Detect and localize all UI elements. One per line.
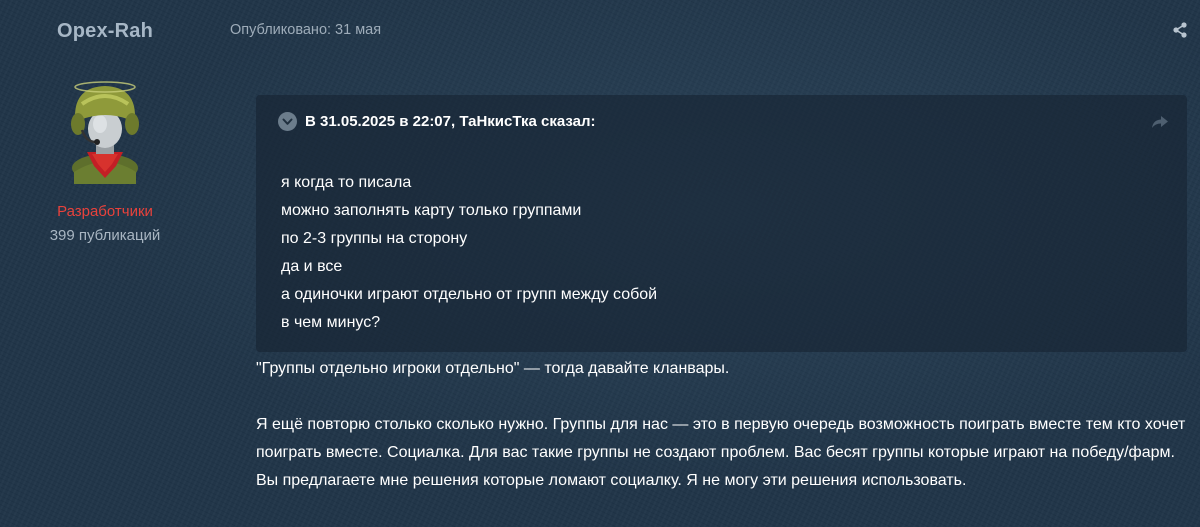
post-date[interactable]: Опубликовано: 31 мая (230, 22, 381, 38)
tank-helmet-avatar-icon (71, 81, 139, 184)
author-name[interactable]: Opex-Rah (0, 20, 210, 43)
share-icon[interactable] (1172, 22, 1188, 38)
quote-line: я когда то писала (281, 174, 412, 191)
quote-line: можно заполнять карту только группами (281, 202, 582, 219)
quote-text: я когда то писала можно заполнять карту … (281, 169, 657, 337)
quote-citation[interactable]: В 31.05.2025 в 22:07, ТаНкисТка сказал: (305, 113, 595, 130)
quote-block: В 31.05.2025 в 22:07, ТаНкисТка сказал: … (256, 95, 1187, 352)
reply-arrow-icon[interactable] (1151, 115, 1169, 129)
author-group: Разработчики (57, 203, 153, 220)
post-content: "Группы отдельно игроки отдельно" — тогд… (256, 355, 1186, 495)
quote-line: а одиночки играют отдельно от групп межд… (281, 286, 658, 303)
post-paragraph: Я ещё повторю столько сколько нужно. Гру… (256, 416, 1186, 489)
quote-line: в чем минус? (281, 314, 381, 331)
post-paragraph: "Группы отдельно игроки отдельно" — тогд… (256, 360, 730, 377)
quote-line: по 2-3 группы на сторону (281, 230, 468, 247)
quote-header: В 31.05.2025 в 22:07, ТаНкисТка сказал: (278, 112, 595, 131)
chevron-down-icon[interactable] (278, 112, 297, 131)
quote-line: да и все (281, 258, 343, 275)
author-post-count: 399 публикаций (49, 227, 161, 244)
avatar[interactable] (60, 74, 150, 184)
